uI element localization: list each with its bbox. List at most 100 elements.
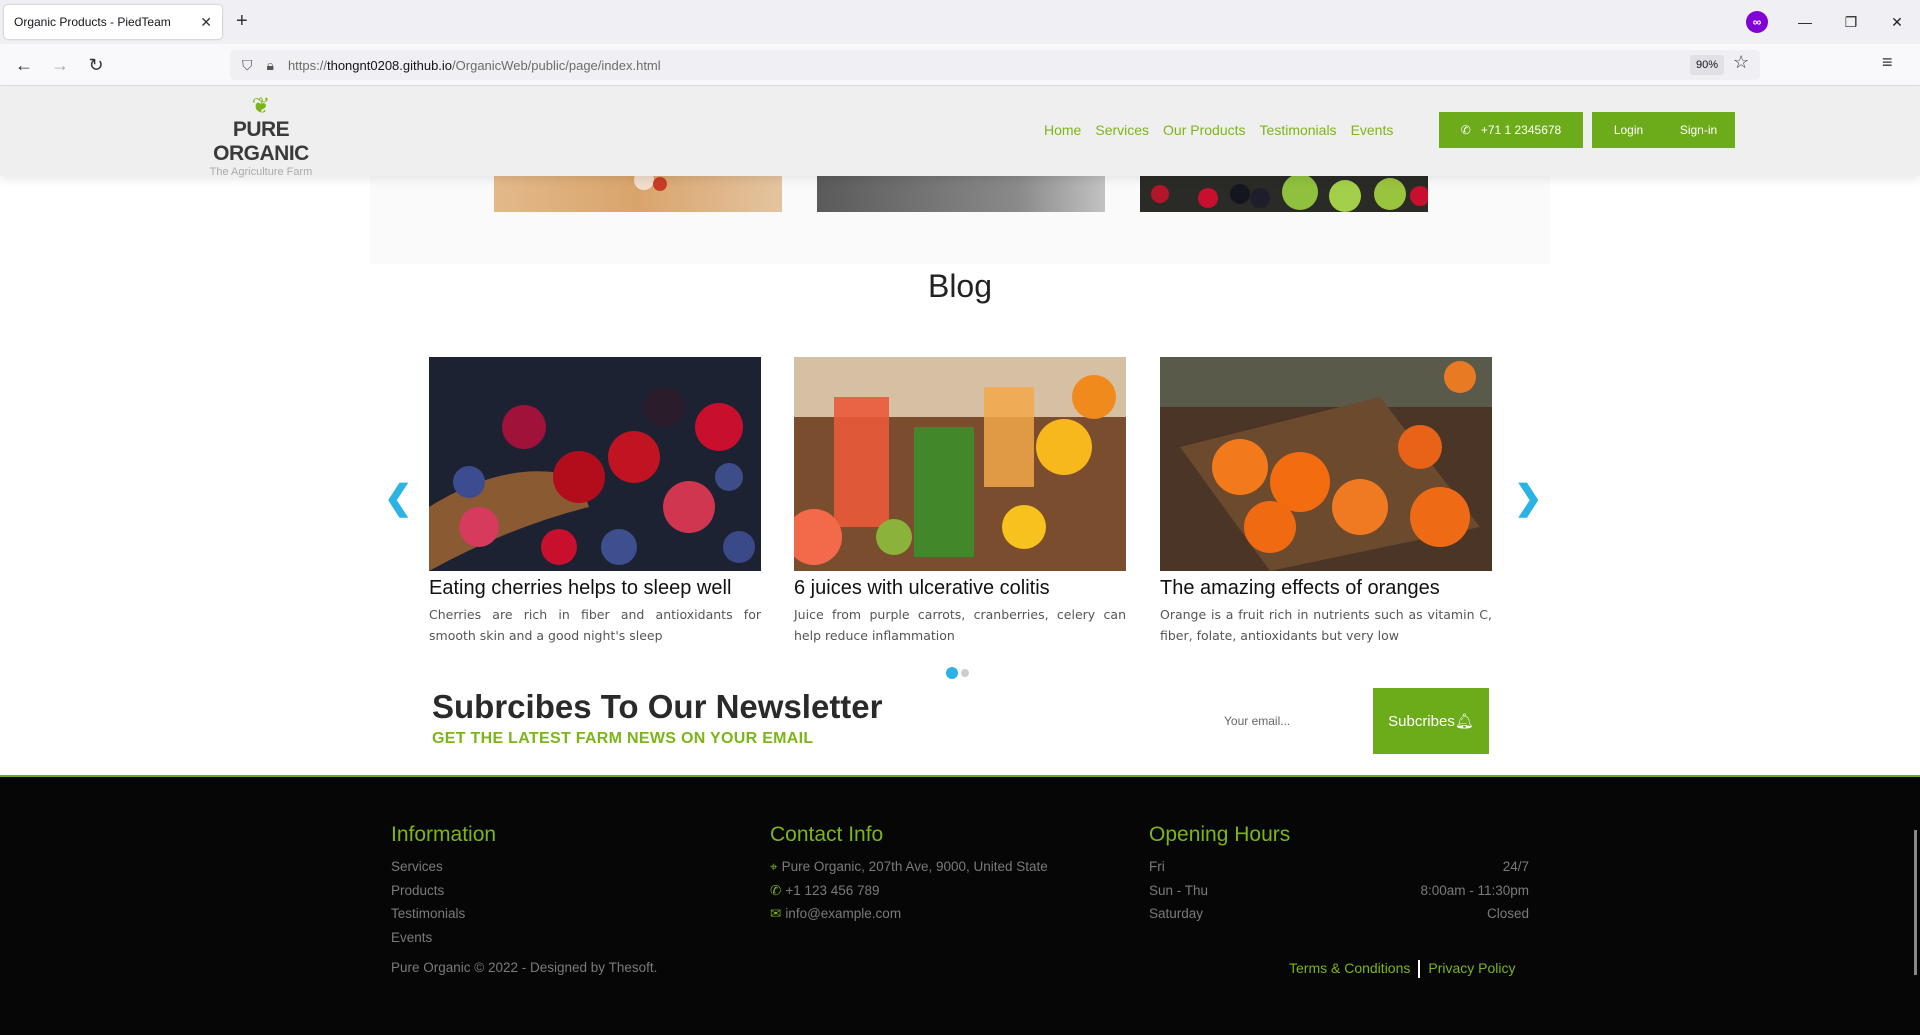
cherries-photo-icon bbox=[429, 357, 761, 571]
blog-post-excerpt: Cherries are rich in fiber and antioxida… bbox=[429, 607, 761, 643]
nav-testimonials[interactable]: Testimonials bbox=[1260, 122, 1337, 138]
hours-time: 8:00am - 11:30pm bbox=[1420, 882, 1529, 898]
footer-hours: Opening Hours Fri 24/7 Sun - Thu 8:00am - … bbox=[1149, 823, 1529, 930]
new-tab-icon[interactable]: + bbox=[236, 10, 248, 32]
footer-link-testimonials[interactable]: Testimonials bbox=[391, 906, 496, 930]
blog-post-title[interactable]: 6 juices with ulcerative colitis bbox=[794, 577, 1126, 600]
hand-tomato-icon bbox=[634, 170, 667, 191]
subscribe-label: Subcribes bbox=[1388, 712, 1455, 730]
footer-email[interactable]: ✉ info@example.com bbox=[770, 906, 1048, 930]
footer-heading: Information bbox=[391, 823, 497, 846]
shield-icon[interactable]: ⛉ bbox=[242, 57, 253, 74]
login-button[interactable]: Login bbox=[1594, 123, 1664, 137]
product-image bbox=[1140, 174, 1430, 212]
carousel-dot[interactable] bbox=[961, 669, 969, 677]
product-image bbox=[494, 170, 782, 212]
oranges-photo-icon bbox=[1160, 357, 1492, 571]
blog-card[interactable]: The amazing effects of oranges Orange is… bbox=[1160, 357, 1492, 646]
newsletter-email-input[interactable]: Your email... bbox=[1224, 708, 1364, 734]
carousel-next-icon[interactable]: ❯ bbox=[1514, 478, 1543, 518]
url-bar[interactable]: ⛉ 🔒︎ https://thongnt0208.github.io/Organ… bbox=[230, 50, 1760, 80]
footer-phone[interactable]: ✆ +1 123 456 789 bbox=[770, 883, 1048, 907]
phone-icon: ✆ bbox=[1460, 123, 1471, 137]
minimize-icon[interactable]: — bbox=[1782, 14, 1828, 30]
blog-card[interactable]: 6 juices with ulcerative colitis Juice f… bbox=[794, 357, 1126, 646]
phone-button[interactable]: ✆ +71 1 2345678 bbox=[1439, 112, 1583, 148]
blog-post-excerpt: Orange is a fruit rich in nutrients such… bbox=[1160, 607, 1492, 643]
browser-nav-bar: ← → ↻ ⛉ 🔒︎ https://thongnt0208.github.io… bbox=[0, 44, 1920, 86]
cherries-image bbox=[429, 357, 761, 571]
close-tab-icon[interactable]: ✕ bbox=[200, 14, 212, 31]
bookmark-star-icon[interactable]: ☆ bbox=[1733, 52, 1749, 73]
nav-products[interactable]: Our Products bbox=[1163, 122, 1245, 138]
site-header: ❦ PURE ORGANIC The Agriculture Farm Home… bbox=[0, 86, 1920, 179]
berries-icon bbox=[1151, 174, 1430, 212]
link-separator bbox=[1418, 960, 1421, 978]
location-pin-icon: ⌖ bbox=[770, 859, 778, 874]
back-icon[interactable]: ← bbox=[10, 52, 38, 78]
close-window-icon[interactable]: ✕ bbox=[1874, 14, 1920, 31]
phone-icon: ✆ bbox=[770, 882, 782, 898]
juices-photo-icon bbox=[794, 357, 1126, 571]
carousel-dot-active[interactable] bbox=[946, 667, 958, 679]
oranges-image bbox=[1160, 357, 1492, 571]
footer-link-products[interactable]: Products bbox=[391, 883, 496, 907]
page-scrollbar[interactable] bbox=[1914, 830, 1917, 975]
envelope-icon: ✉ bbox=[770, 906, 782, 921]
url-scheme: https:// bbox=[287, 57, 327, 73]
footer-heading: Contact Info bbox=[770, 823, 884, 846]
carousel-prev-icon[interactable]: ❮ bbox=[384, 478, 413, 518]
site-footer: Information Services Products Testimonia… bbox=[0, 775, 1920, 1035]
window-controls: — ❐ ✕ bbox=[1782, 0, 1920, 44]
logo-tagline: The Agriculture Farm bbox=[209, 166, 313, 178]
hours-row: Fri 24/7 bbox=[1149, 859, 1529, 883]
phone-number: +71 1 2345678 bbox=[1480, 123, 1562, 137]
site-logo[interactable]: ❦ PURE ORGANIC The Agriculture Farm bbox=[186, 93, 336, 179]
signin-button[interactable]: Sign-in bbox=[1664, 123, 1734, 137]
privacy-link[interactable]: Privacy Policy bbox=[1428, 960, 1515, 978]
private-browsing-icon: ∞ bbox=[1746, 11, 1768, 33]
zoom-level[interactable]: 90% bbox=[1690, 55, 1725, 75]
email-text: info@example.com bbox=[785, 906, 902, 921]
phone-text: +1 123 456 789 bbox=[785, 882, 880, 898]
hours-day: Saturday bbox=[1149, 906, 1204, 921]
blog-post-title[interactable]: Eating cherries helps to sleep well bbox=[429, 577, 761, 600]
hours-time: 24/7 bbox=[1502, 859, 1529, 874]
hamburger-menu-icon[interactable]: ≡ bbox=[1882, 52, 1893, 73]
newsletter-title: Subrcibes To Our Newsletter bbox=[432, 688, 883, 725]
terms-link[interactable]: Terms & Conditions bbox=[1289, 960, 1410, 978]
address-text: Pure Organic, 207th Ave, 9000, United St… bbox=[781, 859, 1048, 874]
nav-home[interactable]: Home bbox=[1044, 122, 1081, 138]
blog-title: Blog bbox=[927, 268, 993, 304]
restore-icon[interactable]: ❐ bbox=[1828, 14, 1874, 31]
blog-post-excerpt: Juice from purple carrots, cranberries, … bbox=[794, 607, 1126, 643]
footer-information: Information Services Products Testimonia… bbox=[391, 823, 496, 953]
leaf-logo-icon: ❦ bbox=[251, 93, 271, 118]
hours-day: Fri bbox=[1149, 859, 1165, 874]
url-path: /OrganicWeb/public/page/index.html bbox=[452, 57, 661, 73]
newsletter-subscribe-button[interactable]: Subcribes 🔔︎ bbox=[1373, 688, 1489, 754]
hours-day: Sun - Thu bbox=[1149, 882, 1209, 898]
footer-heading: Opening Hours bbox=[1149, 823, 1291, 846]
blog-card[interactable]: Eating cherries helps to sleep well Cher… bbox=[429, 357, 761, 646]
nav-services[interactable]: Services bbox=[1095, 122, 1149, 138]
url-host: thongnt0208.github.io bbox=[326, 57, 453, 73]
blog-post-title[interactable]: The amazing effects of oranges bbox=[1160, 577, 1492, 600]
products-section-bottom bbox=[370, 170, 1550, 264]
tab-title: Organic Products - PiedTeam bbox=[14, 15, 171, 29]
lock-icon[interactable]: 🔒︎ bbox=[267, 57, 274, 74]
nav-events[interactable]: Events bbox=[1351, 122, 1394, 138]
auth-buttons: Login Sign-in bbox=[1592, 112, 1735, 148]
browser-tab[interactable]: Organic Products - PiedTeam ✕ bbox=[4, 5, 222, 39]
legal-links: Terms & Conditions Privacy Policy bbox=[1289, 960, 1516, 978]
footer-link-services[interactable]: Services bbox=[391, 859, 496, 883]
reload-icon[interactable]: ↻ bbox=[82, 52, 110, 78]
forward-icon[interactable]: → bbox=[46, 52, 74, 78]
footer-contact: Contact Info ⌖ Pure Organic, 207th Ave, 9… bbox=[770, 823, 1048, 930]
footer-address: ⌖ Pure Organic, 207th Ave, 9000, United S… bbox=[770, 859, 1048, 883]
product-image bbox=[817, 176, 1105, 212]
copyright: Pure Organic © 2022 - Designed by Thesof… bbox=[391, 960, 658, 975]
browser-tab-bar: Organic Products - PiedTeam ✕ + ∞ — ❐ ✕ bbox=[0, 0, 1920, 44]
carousel-dots bbox=[946, 667, 969, 679]
footer-link-events[interactable]: Events bbox=[391, 930, 496, 954]
